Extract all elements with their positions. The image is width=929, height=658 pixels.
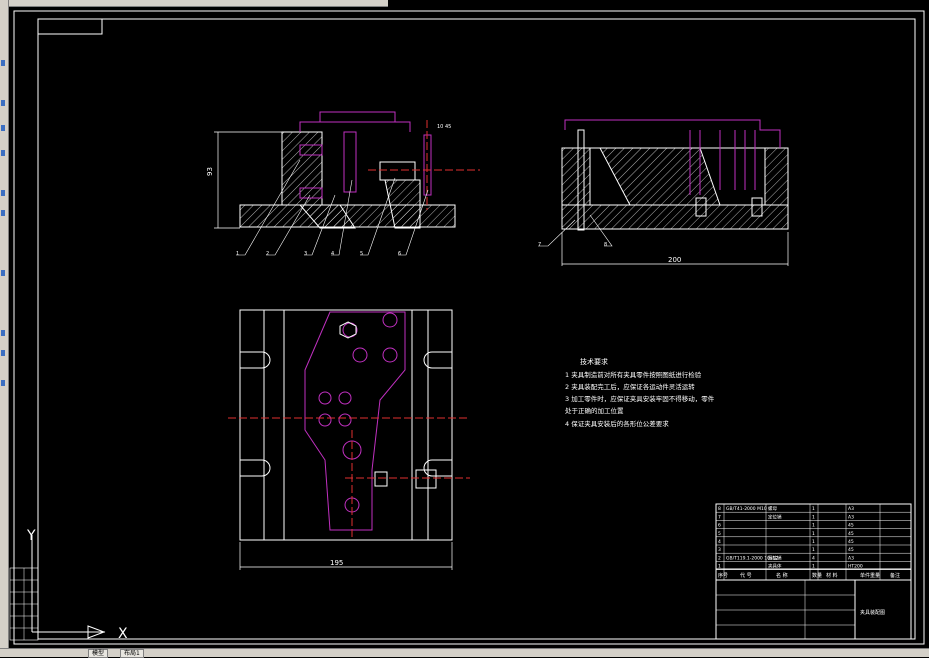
tool-icon[interactable] <box>1 150 5 156</box>
tab-model[interactable]: 模型 <box>88 649 109 658</box>
tool-icon[interactable] <box>1 380 5 386</box>
parts-cell-qty: 1 <box>812 539 815 545</box>
tech-item: 4 保证夹具安装后的各形位公差要求 <box>565 419 669 428</box>
parts-cell-material: HT200 <box>848 564 863 570</box>
parts-cell-material: 45 <box>848 539 854 545</box>
parts-cell-material: A3 <box>848 514 854 520</box>
leader-label: 8 <box>604 242 607 248</box>
parts-header-cell: 单件重量 <box>860 572 880 579</box>
title-block-name: 夹具装配图 <box>860 609 885 616</box>
cad-window: 93 10 45 1 2 3 4 5 6 200 7 8 195 技术要求 1 … <box>0 0 929 658</box>
parts-header-cell: 数量 <box>812 572 822 579</box>
parts-header-cell: 备注 <box>890 572 900 579</box>
leader-label: 1 <box>236 251 239 257</box>
parts-cell-material: A3 <box>848 506 854 512</box>
tool-icon[interactable] <box>1 210 5 216</box>
parts-cell-no: 2 <box>718 555 721 561</box>
tab-layout1[interactable]: 布局1 <box>120 649 144 658</box>
parts-cell-no: 3 <box>718 547 721 553</box>
tool-icon[interactable] <box>1 100 5 106</box>
tech-requirements: 技术要求 1 夹具制造前对所有夹具零件按照图纸进行检验 2 夹具装配完工后，应保… <box>565 357 715 428</box>
parts-cell-material: 45 <box>848 547 854 553</box>
workpiece-plan <box>304 311 406 531</box>
side-base <box>561 204 789 230</box>
parts-cell-qty: 1 <box>812 547 815 553</box>
parts-header-cell: 代 号 <box>740 572 752 579</box>
parts-header-cell: 名 称 <box>776 572 788 579</box>
tech-item: 1 夹具制造前对所有夹具零件按照图纸进行检验 <box>565 370 702 379</box>
parts-cell-name: 圆柱销 <box>768 554 782 561</box>
sheet-outer-border <box>13 10 925 645</box>
parts-cell-name: 螺母 <box>768 505 777 512</box>
parts-cell-qty: 1 <box>812 514 815 520</box>
tool-icon[interactable] <box>1 350 5 356</box>
nut <box>339 321 357 339</box>
tech-title: 技术要求 <box>580 357 608 366</box>
side-workpiece <box>564 119 781 148</box>
parts-cell-no: 4 <box>718 539 721 545</box>
parts-cell-material: 45 <box>848 523 854 529</box>
workpiece-outline <box>299 111 411 132</box>
dim-width-label: 200 <box>668 256 681 264</box>
sheet-corner-box <box>37 18 103 35</box>
parts-cell-no: 5 <box>718 531 721 537</box>
parts-cell-qty: 1 <box>812 523 815 529</box>
tool-icon[interactable] <box>1 330 5 336</box>
parts-cell-name: 夹具体 <box>768 563 782 570</box>
tech-item: 2 夹具装配完工后，应保证各运动件灵活运转 <box>565 382 695 391</box>
drawing-canvas[interactable]: 93 10 45 1 2 3 4 5 6 200 7 8 195 技术要求 1 … <box>8 7 929 648</box>
parts-cell-material: 45 <box>848 531 854 537</box>
sheet-inner-border <box>37 18 916 640</box>
leader-label: 3 <box>304 251 307 257</box>
top-outline <box>239 309 453 541</box>
dim-top-right-label: 10 45 <box>437 124 451 130</box>
ucs-x-label: X <box>118 626 128 642</box>
leader-label: 4 <box>331 251 334 257</box>
tool-icon[interactable] <box>1 60 5 66</box>
parts-header-cell: 序号 <box>718 572 728 579</box>
parts-cell-name: 定位销 <box>768 513 782 520</box>
leader-label: 2 <box>266 251 269 257</box>
parts-cell-qty: 1 <box>812 564 815 570</box>
top-view: 195 <box>228 309 470 570</box>
tech-item: 3 加工零件时，应保证夹具安装牢固不得移动，零件 <box>565 394 715 403</box>
slot <box>240 351 271 369</box>
clamp-screw-body <box>379 161 416 181</box>
leader-label: 5 <box>360 251 363 257</box>
parts-cell-code: GB/T41-2000 M10 <box>726 506 767 512</box>
toolbar-strip[interactable] <box>8 0 388 7</box>
dim-height-label: 93 <box>206 167 214 176</box>
leader-label: 6 <box>398 251 401 257</box>
front-view: 93 10 45 1 2 3 4 5 6 <box>206 111 480 257</box>
tech-item: 处于正确的加工位置 <box>565 406 624 415</box>
left-block <box>281 131 323 206</box>
parts-cell-no: 7 <box>718 514 721 520</box>
parts-list: 夹具装配图 8 GB/T41-2000 M10 螺母 1 A3 7 定位销 1 A3 6 1 45 5 1… <box>715 503 912 640</box>
dim-width-label: 195 <box>330 559 343 567</box>
parts-header-cell: 材 料 <box>826 572 838 579</box>
tool-icon[interactable] <box>1 190 5 196</box>
side-view: 200 7 8 <box>538 119 789 266</box>
parts-cell-material: A3 <box>848 555 854 561</box>
parts-cell-qty: 1 <box>812 506 815 512</box>
ucs-icon: Y X <box>9 528 128 642</box>
tool-icon[interactable] <box>1 125 5 131</box>
parts-cell-no: 8 <box>718 506 721 512</box>
leader-label: 7 <box>538 242 541 248</box>
parts-cell-no: 1 <box>718 564 721 570</box>
parts-cell-no: 6 <box>718 523 721 529</box>
tool-icon[interactable] <box>1 270 5 276</box>
ucs-y-label: Y <box>26 528 36 544</box>
parts-cell-qty: 4 <box>812 555 815 561</box>
parts-cell-qty: 1 <box>812 531 815 537</box>
